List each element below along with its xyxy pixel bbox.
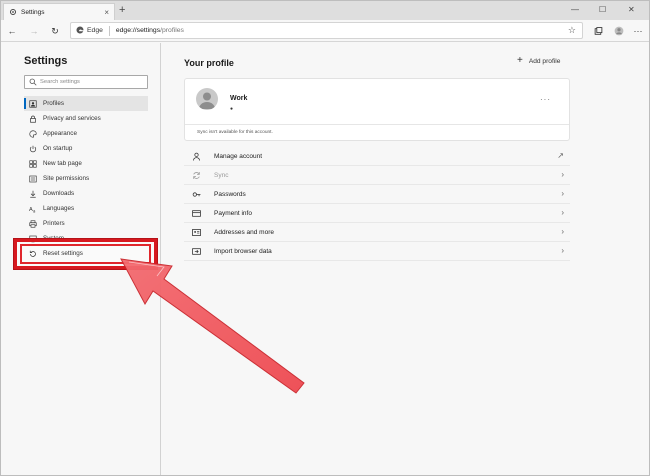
browser-window: Settings × + — ☐ ✕ ← → ↻ Edge edge:// se… <box>0 0 650 476</box>
annotation-arrow <box>120 258 305 394</box>
